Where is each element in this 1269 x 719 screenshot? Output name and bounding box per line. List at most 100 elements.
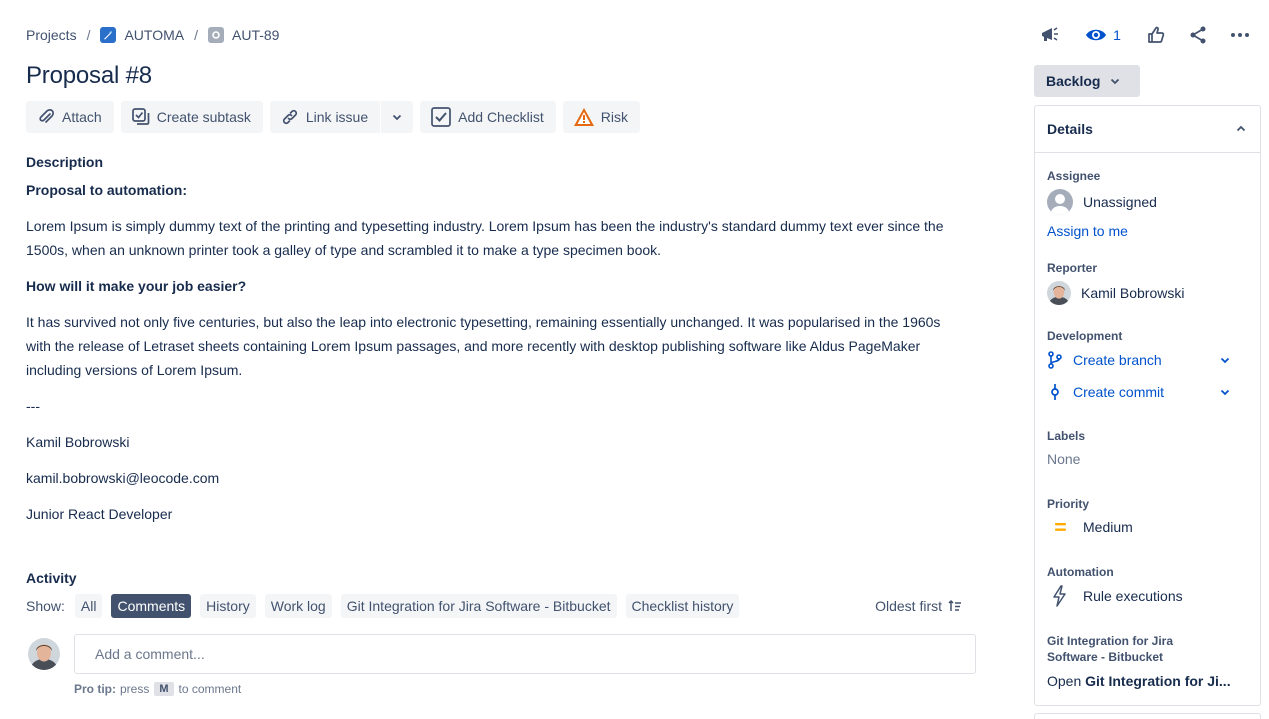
chevron-down-icon [1111,78,1120,85]
filter-checklist-history[interactable]: Checklist history [625,594,740,618]
sort-order-label: Oldest first [875,598,942,614]
status-dropdown[interactable]: Backlog [1034,65,1140,97]
watch-count: 1 [1113,27,1121,43]
add-checklist-button[interactable]: Add Checklist [420,101,556,133]
reporter-label: Reporter [1047,261,1098,275]
activity-filters: Show: All Comments History Work log Git … [26,594,966,618]
filter-comments[interactable]: Comments [111,594,192,618]
author-name: Kamil Bobrowski [26,434,130,450]
branch-icon [1048,351,1062,369]
comment-pro-tip: Pro tip: press M to comment [74,682,241,696]
more-icon [1231,33,1249,37]
assignee-value-row[interactable]: Unassigned [1047,189,1157,215]
link-icon [282,109,297,125]
description-divider: --- [26,398,40,414]
description-heading: Description [26,154,104,170]
create-commit-button[interactable]: Create commit [1047,381,1232,403]
breadcrumb-project-label: AUTOMA [124,27,185,43]
share-button[interactable] [1185,22,1211,48]
git-integration-field: Git Integration for Jira Software - Bitb… [1047,633,1247,689]
filter-history[interactable]: History [200,594,256,618]
attach-button[interactable]: Attach [26,101,114,133]
risk-label: Risk [600,109,628,125]
reporter-value-row[interactable]: Kamil Bobrowski [1047,281,1184,305]
create-commit-label: Create commit [1073,384,1165,400]
breadcrumb-project[interactable]: AUTOMA [100,27,184,43]
link-issue-dropdown[interactable] [381,101,414,133]
priority-medium-icon [1055,523,1066,531]
default-avatar-icon [1047,189,1073,215]
details-panel: Details Assignee Unassigned Assign to me… [1034,105,1261,706]
automation-value: Rule executions [1083,588,1183,604]
development-field: Development Create branch Create commit [1047,329,1232,403]
subtask-icon [131,108,150,125]
automation-label: Automation [1047,565,1114,579]
author-role: Junior React Developer [26,506,173,522]
vote-button[interactable] [1143,22,1169,48]
project-avatar-icon [100,27,117,43]
eye-icon [1086,29,1107,41]
pro-tip-label: Pro tip: [74,682,116,696]
reporter-value: Kamil Bobrowski [1081,285,1185,301]
current-user-avatar [28,638,60,670]
labels-value[interactable]: None [1047,451,1085,467]
show-label: Show: [26,598,65,614]
create-branch-label: Create branch [1073,352,1162,368]
breadcrumb: Projects / AUTOMA / AUT-89 [26,26,279,44]
description-paragraph-1: Lorem Ipsum is simply dummy text of the … [26,218,944,258]
thumbs-up-icon [1148,26,1165,43]
watch-button[interactable]: 1 [1083,22,1123,48]
next-panel-edge [1034,713,1261,719]
open-git-integration-link[interactable]: Open Git Integration for Ji... [1047,673,1247,689]
issue-actions: 1 [1029,22,1269,48]
git-integration-label-line2: Software - Bitbucket [1047,650,1164,664]
details-toggle[interactable]: Details [1035,106,1260,153]
priority-label: Priority [1047,497,1090,511]
git-open-bold: Git Integration for Ji... [1085,673,1231,689]
create-branch-button[interactable]: Create branch [1047,349,1232,371]
activity-heading: Activity [26,570,77,586]
description-body[interactable]: Proposal to automation: Lorem Ipsum is s… [26,178,966,538]
description-paragraph-2: It has survived not only five centuries,… [26,314,941,378]
create-subtask-button[interactable]: Create subtask [120,101,263,133]
issue-type-icon [208,27,224,43]
assignee-field: Assignee Unassigned Assign to me [1047,169,1157,239]
paperclip-icon [39,109,54,123]
filter-all[interactable]: All [74,594,103,618]
author-email: kamil.bobrowski@leocode.com [26,470,220,486]
automation-field: Automation Rule executions [1047,565,1183,607]
pro-tip-end: to comment [178,682,242,696]
assign-to-me-link[interactable]: Assign to me [1047,223,1157,239]
feedback-button[interactable] [1037,22,1063,48]
development-label: Development [1047,329,1123,343]
priority-value-row[interactable]: Medium [1047,519,1133,535]
chevron-down-icon [1220,357,1230,364]
commit-icon [1051,384,1059,400]
breadcrumb-issue[interactable]: AUT-89 [208,27,279,43]
filter-work-log[interactable]: Work log [264,594,332,618]
reporter-avatar [1047,281,1071,305]
sort-order-button[interactable]: Oldest first [875,594,962,618]
sort-icon [948,599,961,611]
warning-icon [573,108,594,126]
create-subtask-label: Create subtask [156,109,251,125]
assignee-label: Assignee [1047,169,1101,183]
add-comment-input[interactable]: Add a comment... [74,634,976,674]
chevron-down-icon [1220,389,1230,396]
issue-title[interactable]: Proposal #8 [26,62,152,90]
labels-field: Labels None [1047,429,1085,467]
pro-tip-press: press [120,682,150,696]
rule-executions-button[interactable]: Rule executions [1047,585,1183,607]
more-actions-button[interactable] [1227,22,1253,48]
add-checklist-label: Add Checklist [458,109,544,125]
risk-button[interactable]: Risk [562,101,640,133]
filter-git-integration[interactable]: Git Integration for Jira Software - Bitb… [340,594,617,618]
breadcrumb-projects[interactable]: Projects [26,27,77,43]
git-integration-label-line1: Git Integration for Jira [1047,634,1174,648]
link-issue-button[interactable]: Link issue [269,101,381,133]
lightning-icon [1053,585,1066,607]
chevron-up-icon [1236,125,1246,132]
status-label: Backlog [1046,73,1101,89]
chevron-down-icon [393,114,402,121]
issue-toolbar: Attach Create subtask Link issue Add Che… [26,101,640,133]
